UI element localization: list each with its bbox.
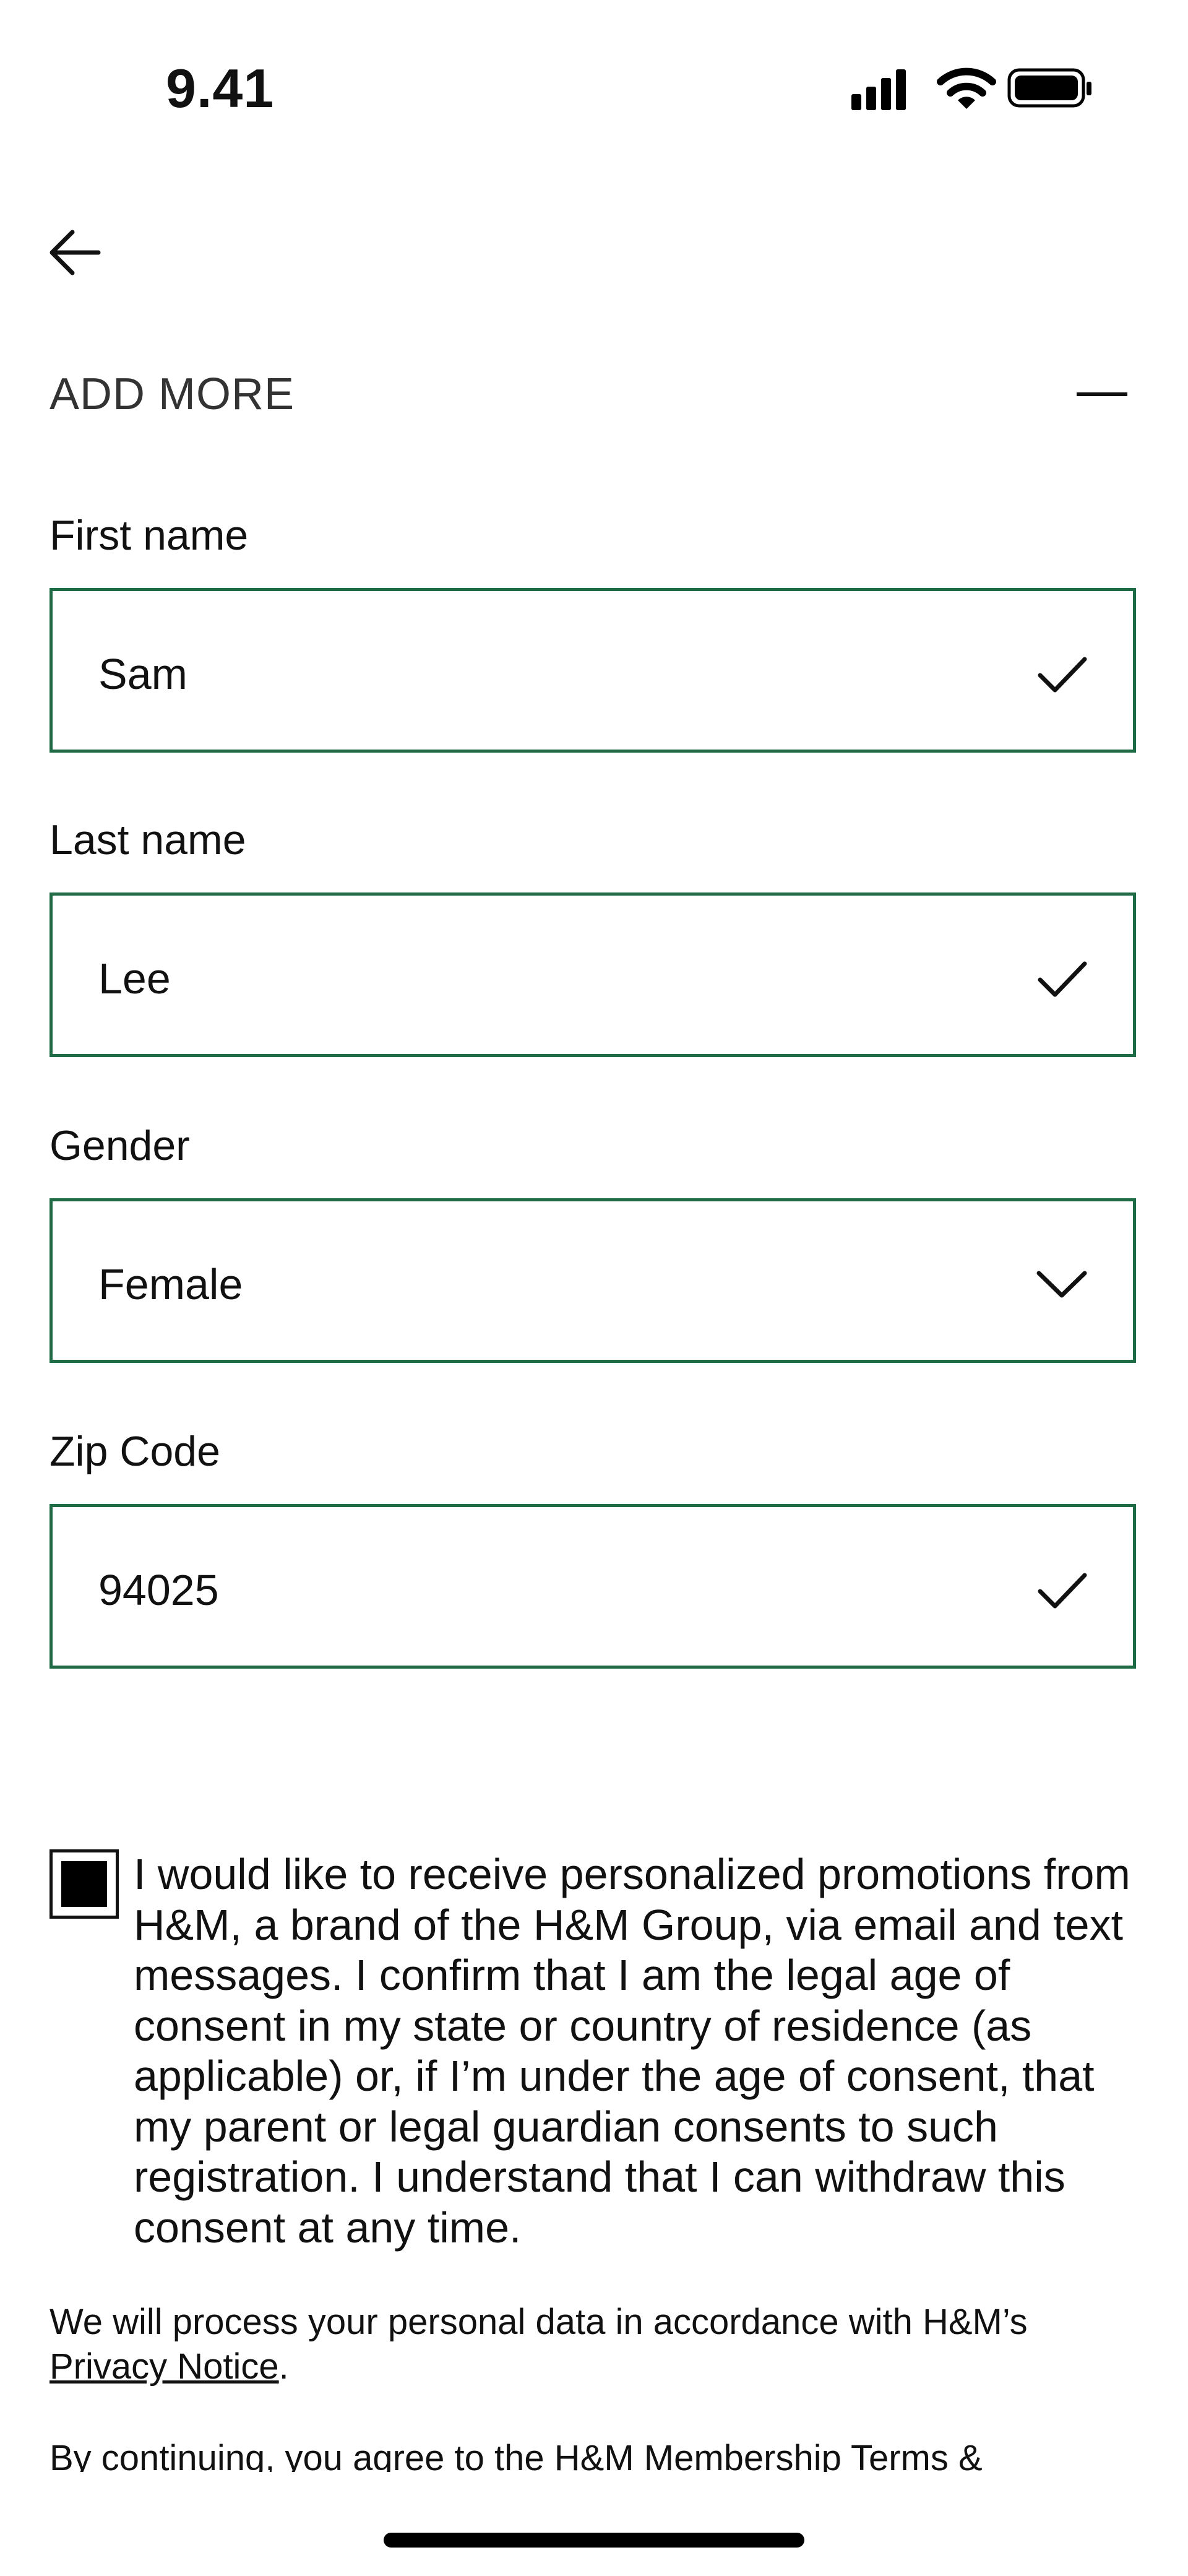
last-name-value: Lee (98, 954, 171, 1003)
checkbox-checked-indicator (61, 1861, 107, 1907)
chevron-down-icon (1036, 1271, 1087, 1298)
checkmark-icon (1038, 961, 1087, 997)
status-icons (851, 67, 1094, 110)
wifi-icon (937, 67, 996, 109)
gender-label: Gender (50, 1122, 190, 1169)
last-name-label: Last name (50, 816, 246, 863)
zip-code-value: 94025 (98, 1566, 219, 1614)
minus-icon (1077, 392, 1127, 396)
gender-select[interactable]: Female (50, 1198, 1136, 1363)
back-button[interactable] (45, 223, 104, 282)
battery-icon (1007, 68, 1091, 108)
collapse-button[interactable] (1070, 363, 1138, 425)
checkmark-icon (1038, 1573, 1087, 1609)
privacy-notice-link[interactable]: Privacy Notice (50, 2346, 279, 2387)
add-more-section-header[interactable]: ADD MORE (50, 363, 1138, 425)
last-name-field[interactable]: Lee (50, 893, 1136, 1057)
first-name-field[interactable]: Sam (50, 588, 1136, 753)
home-indicator[interactable] (384, 2533, 804, 2548)
section-title: ADD MORE (50, 370, 295, 419)
checkmark-icon (1038, 657, 1087, 693)
consent-text: I would like to receive personalized pro… (134, 1850, 1130, 2252)
privacy-text: We will process your personal data in ac… (50, 2302, 1028, 2342)
zip-code-label: Zip Code (50, 1428, 220, 1475)
arrow-left-icon (50, 230, 101, 275)
zip-code-field[interactable]: 94025 (50, 1504, 1136, 1669)
gender-value: Female (98, 1260, 243, 1308)
consent-checkbox[interactable] (50, 1849, 119, 1919)
privacy-statement: We will process your personal data in ac… (50, 2300, 1151, 2389)
privacy-suffix: . (278, 2346, 289, 2387)
first-name-value: Sam (98, 650, 187, 698)
first-name-label: First name (50, 512, 249, 559)
terms-text: By continuing, you agree to the H&M Memb… (50, 2438, 983, 2472)
status-time: 9.41 (166, 58, 275, 119)
